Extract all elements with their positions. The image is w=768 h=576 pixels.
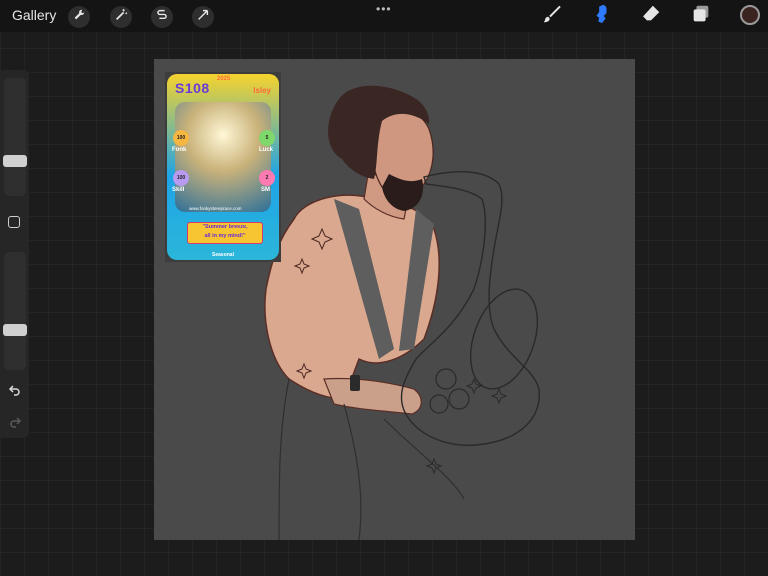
actions-button[interactable] xyxy=(68,6,90,28)
selection-icon xyxy=(155,8,169,27)
stat-sm-label: SM xyxy=(261,187,270,193)
sax-key xyxy=(435,368,457,390)
wristband xyxy=(350,375,360,391)
sax-key xyxy=(429,394,449,414)
stat-fonk-label: Fonk xyxy=(172,147,187,153)
transform-arrow-icon xyxy=(196,8,210,27)
card-code: S108 xyxy=(175,80,210,96)
layers-button[interactable] xyxy=(689,4,713,28)
star-tattoo xyxy=(490,387,508,405)
opacity-knob[interactable] xyxy=(3,324,27,336)
redo-icon xyxy=(7,417,23,434)
layers-icon xyxy=(690,3,712,30)
paint-tool-button[interactable] xyxy=(540,4,564,28)
brush-size-slider[interactable] xyxy=(4,78,26,196)
stat-skill-badge: 100 xyxy=(173,170,189,186)
brush-size-knob[interactable] xyxy=(3,155,27,167)
smudge-tool-button[interactable] xyxy=(589,4,613,28)
brush-icon xyxy=(541,3,563,30)
top-toolbar: Gallery ••• xyxy=(0,0,768,32)
card-year: 2025 xyxy=(217,76,231,82)
card-frame: 2025 S108 Isley 100 Fonk 5 Luck 100 Skil… xyxy=(167,74,279,260)
smudge-icon xyxy=(590,3,612,30)
forearm-shape xyxy=(323,377,422,415)
stat-skill-label: Skill xyxy=(172,187,185,193)
star-tattoo xyxy=(465,377,483,395)
card-website: www.fonkystereprace.com xyxy=(189,206,242,211)
adjustments-button[interactable] xyxy=(110,6,132,28)
magic-wand-icon xyxy=(114,8,128,27)
card-name: Isley xyxy=(253,86,271,95)
more-options[interactable]: ••• xyxy=(376,2,392,16)
stat-luck-label: Luck xyxy=(259,147,274,153)
selection-button[interactable] xyxy=(151,6,173,28)
card-artwork xyxy=(175,102,271,212)
transform-button[interactable] xyxy=(192,6,214,28)
wrench-icon xyxy=(72,8,86,27)
stat-fonk-badge: 100 xyxy=(173,130,189,146)
eraser-icon xyxy=(640,3,662,30)
eraser-tool-button[interactable] xyxy=(639,4,663,28)
card-quote-box: "Summer breeze, all in my mind!" xyxy=(187,222,263,244)
stat-sm-badge: 2 xyxy=(259,170,275,186)
left-sidebar xyxy=(0,70,29,438)
card-quote-line2: all in my mind!" xyxy=(204,233,246,239)
modify-button[interactable] xyxy=(8,216,20,228)
card-quote-line1: "Summer breeze, xyxy=(202,224,248,230)
stat-luck-badge: 5 xyxy=(259,130,275,146)
opacity-slider[interactable] xyxy=(4,252,26,370)
undo-icon xyxy=(7,385,23,402)
reference-card-image: 2025 S108 Isley 100 Fonk 5 Luck 100 Skil… xyxy=(165,72,281,262)
undo-button[interactable] xyxy=(7,382,23,398)
sax-key xyxy=(448,388,470,410)
color-picker-button[interactable] xyxy=(740,5,760,25)
redo-button[interactable] xyxy=(7,414,23,430)
gallery-button[interactable]: Gallery xyxy=(12,7,56,23)
card-footer: Seasonal xyxy=(212,252,234,258)
